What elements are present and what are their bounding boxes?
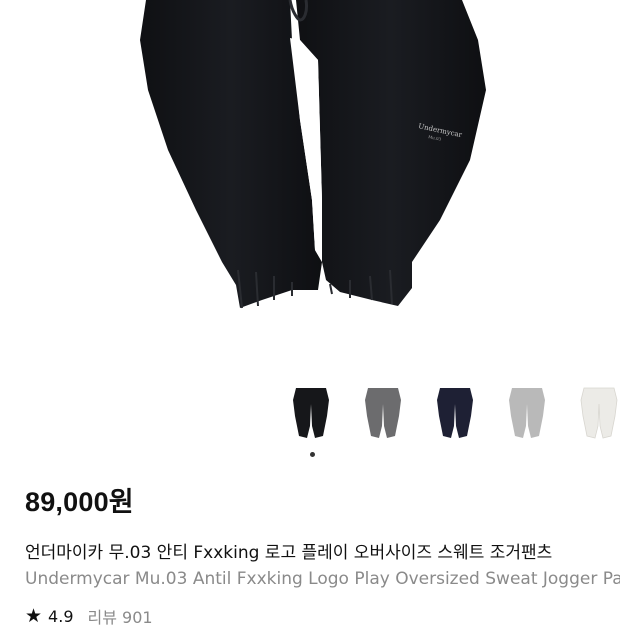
thumbnail-gray[interactable] [503,384,551,444]
pants-thumbnail-icon [365,388,401,438]
rating-value: 4.9 [48,606,74,626]
pants-thumbnail-icon [437,388,473,438]
review-count[interactable]: 리뷰 901 [88,604,153,628]
rating-row[interactable]: ★ 4.9 리뷰 901 [25,604,325,628]
thumbnail-black[interactable] [287,384,335,444]
star-icon: ★ [25,605,43,627]
thumbnail-charcoal[interactable] [359,384,407,444]
product-price: 89,000원 [25,487,134,517]
product-title-korean: 언더마이카 무.03 안티 Fxxking 로고 플레이 오버사이즈 스웨트 조… [25,543,553,563]
pants-thumbnail-icon [509,388,545,438]
product-hero-image[interactable]: Undermycar Mu.03 [0,0,620,360]
color-thumbnail-carousel [0,384,620,446]
carousel-indicator-dot [310,452,315,457]
thumbnail-ivory[interactable] [575,384,620,444]
pants-thumbnail-icon [293,388,329,438]
jogger-pants-photo: Undermycar Mu.03 [140,0,486,309]
thumbnail-navy[interactable] [431,384,479,444]
pants-thumbnail-icon [580,387,618,439]
product-title-english: Undermycar Mu.03 Antil Fxxking Logo Play… [25,569,620,589]
